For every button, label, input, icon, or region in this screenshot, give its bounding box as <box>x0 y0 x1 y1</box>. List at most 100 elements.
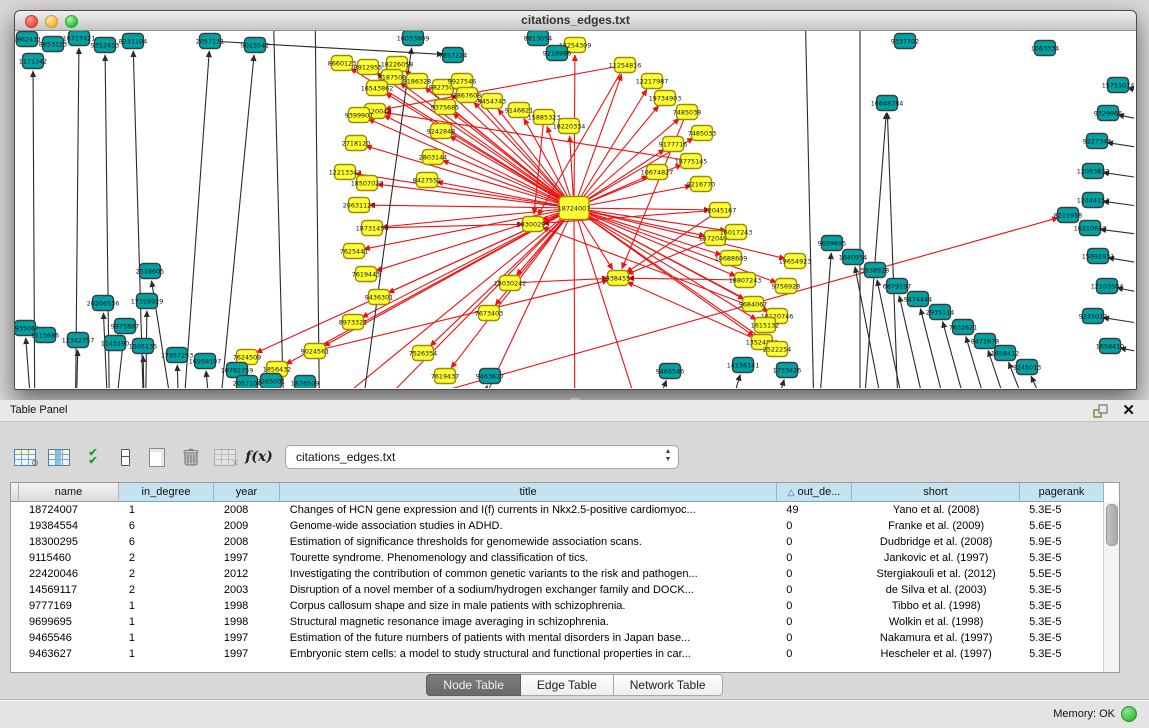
graph-node[interactable]: 9218986 <box>543 46 571 61</box>
table-scrollbar[interactable] <box>1103 502 1119 672</box>
graph-node[interactable]: 9265001 <box>257 374 285 389</box>
graph-node[interactable]: 5938928 <box>861 263 889 278</box>
table-cell[interactable]: 0 <box>777 632 852 644</box>
table-cell[interactable]: 2008 <box>215 504 281 516</box>
table-cell[interactable]: 9465546 <box>20 632 120 644</box>
table-cell[interactable]: Estimation of significance thresholds fo… <box>281 536 778 548</box>
column-header-filler[interactable] <box>11 483 19 502</box>
graph-node[interactable]: 2718120 <box>342 136 370 151</box>
graph-node[interactable]: 9463627 <box>476 369 504 384</box>
graph-node[interactable]: 15751074 <box>1102 78 1134 93</box>
table-cell[interactable]: 9699695 <box>20 616 120 628</box>
graph-node[interactable]: 9337702 <box>891 34 919 49</box>
table-cell[interactable]: 0 <box>777 552 852 564</box>
graph-node[interactable]: 1658412 <box>991 346 1019 361</box>
graph-edge[interactable] <box>574 208 575 388</box>
graph-edge[interactable] <box>384 115 574 208</box>
graph-node[interactable]: 12093832 <box>1077 164 1110 179</box>
graph-node[interactable]: 2803144 <box>419 150 447 165</box>
table-cell[interactable]: Nakamura et al. (1997) <box>852 632 1020 644</box>
graph-edge[interactable] <box>206 371 215 388</box>
network-canvas-area[interactable]: 1872400786601238912955182260588187508818… <box>15 31 1134 388</box>
table-cell[interactable]: Structural magnetic resonance image aver… <box>281 616 778 628</box>
tab-node-table[interactable]: Node Table <box>426 674 521 696</box>
graph-node[interactable]: 18731456 <box>356 221 389 236</box>
graph-node[interactable]: 9756928 <box>772 279 800 294</box>
graph-edge[interactable] <box>177 365 180 388</box>
table-cell[interactable]: 0 <box>777 568 852 580</box>
graph-node[interactable]: 9474444 <box>904 292 932 307</box>
table-row[interactable]: 977716911998Corpus callosum shape and si… <box>11 598 1104 614</box>
network-window[interactable]: citations_edges.txt 18724007866012389129… <box>14 10 1137 390</box>
graph-edge[interactable] <box>450 136 574 208</box>
graph-node[interactable]: 1640954 <box>839 250 867 265</box>
table-cell[interactable]: Franke et al. (2009) <box>852 520 1020 532</box>
graph-node[interactable]: 19734903 <box>649 91 682 106</box>
table-row[interactable]: 1872400712008Changes of HCN gene express… <box>11 502 1104 518</box>
graph-node[interactable]: 1115686 <box>31 328 59 343</box>
table-cell[interactable]: de Silva et al. (2003) <box>852 584 1020 596</box>
table-row[interactable]: 2242004622012Investigating the contribut… <box>11 566 1104 582</box>
graph-node[interactable]: 9242848 <box>427 124 455 139</box>
table-cell[interactable]: 1 <box>120 632 215 644</box>
graph-node[interactable]: 7857224 <box>439 48 467 63</box>
graph-edge[interactable] <box>574 208 710 210</box>
graph-node[interactable]: 9312453 <box>91 38 119 53</box>
table-cell[interactable]: 1 <box>120 600 215 612</box>
table-cell[interactable]: 0 <box>777 600 852 612</box>
graph-edge[interactable] <box>1031 376 1069 388</box>
graph-node[interactable]: 7485033 <box>688 126 716 141</box>
graph-node[interactable]: 22045167 <box>704 203 737 218</box>
graph-node[interactable]: 16958107 <box>189 354 222 369</box>
column-header-in_degree[interactable]: in_degree <box>119 483 214 502</box>
table-scrollbar-thumb[interactable] <box>1106 504 1118 546</box>
table-cell[interactable]: 0 <box>777 648 852 660</box>
table-cell[interactable]: Genome-wide association studies in ADHD. <box>281 520 778 532</box>
network-window-titlebar[interactable]: citations_edges.txt <box>15 11 1136 31</box>
table-cell[interactable]: 0 <box>777 584 852 596</box>
graph-edge[interactable] <box>860 113 886 388</box>
graph-node[interactable]: 9227343 <box>1083 134 1111 149</box>
column-header-year[interactable]: year <box>214 483 280 502</box>
graph-node[interactable]: 9375685 <box>431 100 459 115</box>
table-cell[interactable]: Yano et al. (2008) <box>852 504 1020 516</box>
table-cell[interactable]: 0 <box>777 616 852 628</box>
table-cell[interactable]: 5.3E-5 <box>1020 584 1104 596</box>
graph-node[interactable]: 7526354 <box>409 346 437 361</box>
table-cell[interactable]: 1997 <box>215 552 281 564</box>
table-cell[interactable]: 1998 <box>215 600 281 612</box>
graph-node[interactable]: 1658410 <box>1096 339 1124 354</box>
graph-node[interactable]: 2516605 <box>136 264 164 279</box>
graph-node[interactable]: 2935114 <box>926 305 954 320</box>
graph-node[interactable]: 9015542 <box>241 38 269 53</box>
graph-node[interactable]: 9684067 <box>739 297 767 312</box>
graph-edge[interactable] <box>760 380 784 388</box>
graph-edge[interactable] <box>1103 318 1134 329</box>
graph-node[interactable]: 20631123 <box>343 198 376 213</box>
table-cell[interactable]: Dudbridge et al. (2008) <box>852 536 1020 548</box>
table-cell[interactable]: 2 <box>120 584 215 596</box>
table-cell[interactable]: Stergiakouli et al. (2012) <box>852 568 1020 580</box>
float-window-icon[interactable] <box>1093 403 1109 418</box>
graph-edge[interactable] <box>574 106 659 208</box>
graph-edge[interactable] <box>273 31 285 388</box>
graph-node[interactable]: 9177716 <box>659 137 687 152</box>
table-selector-dropdown[interactable]: citations_edges.txt ▲▼ <box>285 445 679 469</box>
graph-node[interactable]: 1505135 <box>129 339 157 354</box>
graph-node[interactable]: 8216770 <box>687 177 715 192</box>
graph-edge[interactable] <box>315 31 320 388</box>
table-cell[interactable]: 2012 <box>215 568 281 580</box>
graph-node[interactable]: 8660123 <box>328 56 356 71</box>
table-cell[interactable]: 5.3E-5 <box>1020 648 1104 660</box>
table-cell[interactable]: 5.3E-5 <box>1020 632 1104 644</box>
table-cell[interactable]: 2008 <box>215 536 281 548</box>
table-cell[interactable]: 1 <box>120 504 215 516</box>
graph-node[interactable]: 1733426 <box>773 363 801 378</box>
close-icon[interactable]: ✕ <box>1122 401 1135 419</box>
graph-node[interactable]: 8186328 <box>403 74 431 89</box>
graph-node[interactable]: 8231104 <box>119 34 147 49</box>
table-cell[interactable]: 6 <box>120 536 215 548</box>
graph-node[interactable]: 7632621 <box>949 320 977 335</box>
column-header-pagerank[interactable]: pagerank <box>1020 483 1104 502</box>
graph-node[interactable]: 9465546 <box>656 364 684 379</box>
